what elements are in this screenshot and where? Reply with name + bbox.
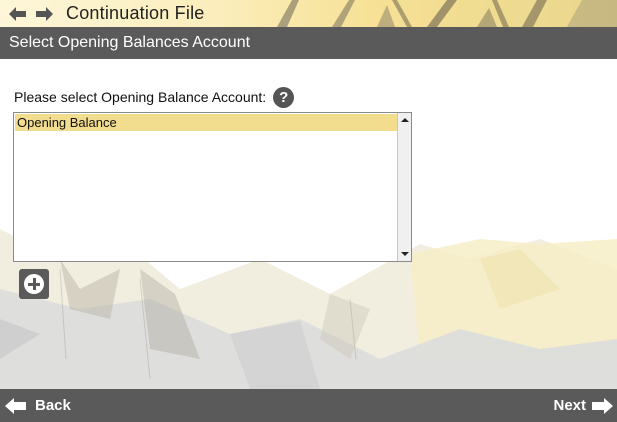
account-listbox[interactable]: Opening Balance (13, 112, 412, 262)
section-header: Select Opening Balances Account (0, 27, 617, 59)
account-list: Opening Balance (15, 114, 397, 260)
title-bar-decoration (277, 0, 617, 27)
back-button-label: Back (35, 397, 71, 414)
scroll-down-button[interactable] (398, 247, 411, 261)
footer-bar: Back Next (0, 389, 617, 422)
add-account-button[interactable] (19, 269, 49, 299)
account-prompt-row: Please select Opening Balance Account: ? (14, 86, 295, 108)
account-prompt-label: Please select Opening Balance Account: (14, 89, 267, 105)
next-button[interactable]: Next (553, 389, 613, 422)
arrow-left-icon (5, 397, 26, 414)
list-item[interactable]: Opening Balance (15, 114, 397, 131)
scroll-up-button[interactable] (398, 113, 411, 127)
title-bar: Continuation File (0, 0, 617, 27)
plus-circle-icon (24, 274, 44, 294)
next-button-label: Next (553, 397, 586, 414)
back-button[interactable]: Back (5, 389, 71, 422)
triangle-down-icon (400, 252, 409, 256)
forward-arrow-icon[interactable] (35, 6, 53, 22)
triangle-up-icon (400, 118, 409, 122)
window-title: Continuation File (66, 3, 205, 23)
help-icon[interactable]: ? (273, 86, 295, 108)
listbox-scrollbar[interactable] (397, 113, 411, 261)
back-arrow-icon[interactable] (9, 6, 27, 22)
arrow-right-icon (592, 397, 613, 414)
